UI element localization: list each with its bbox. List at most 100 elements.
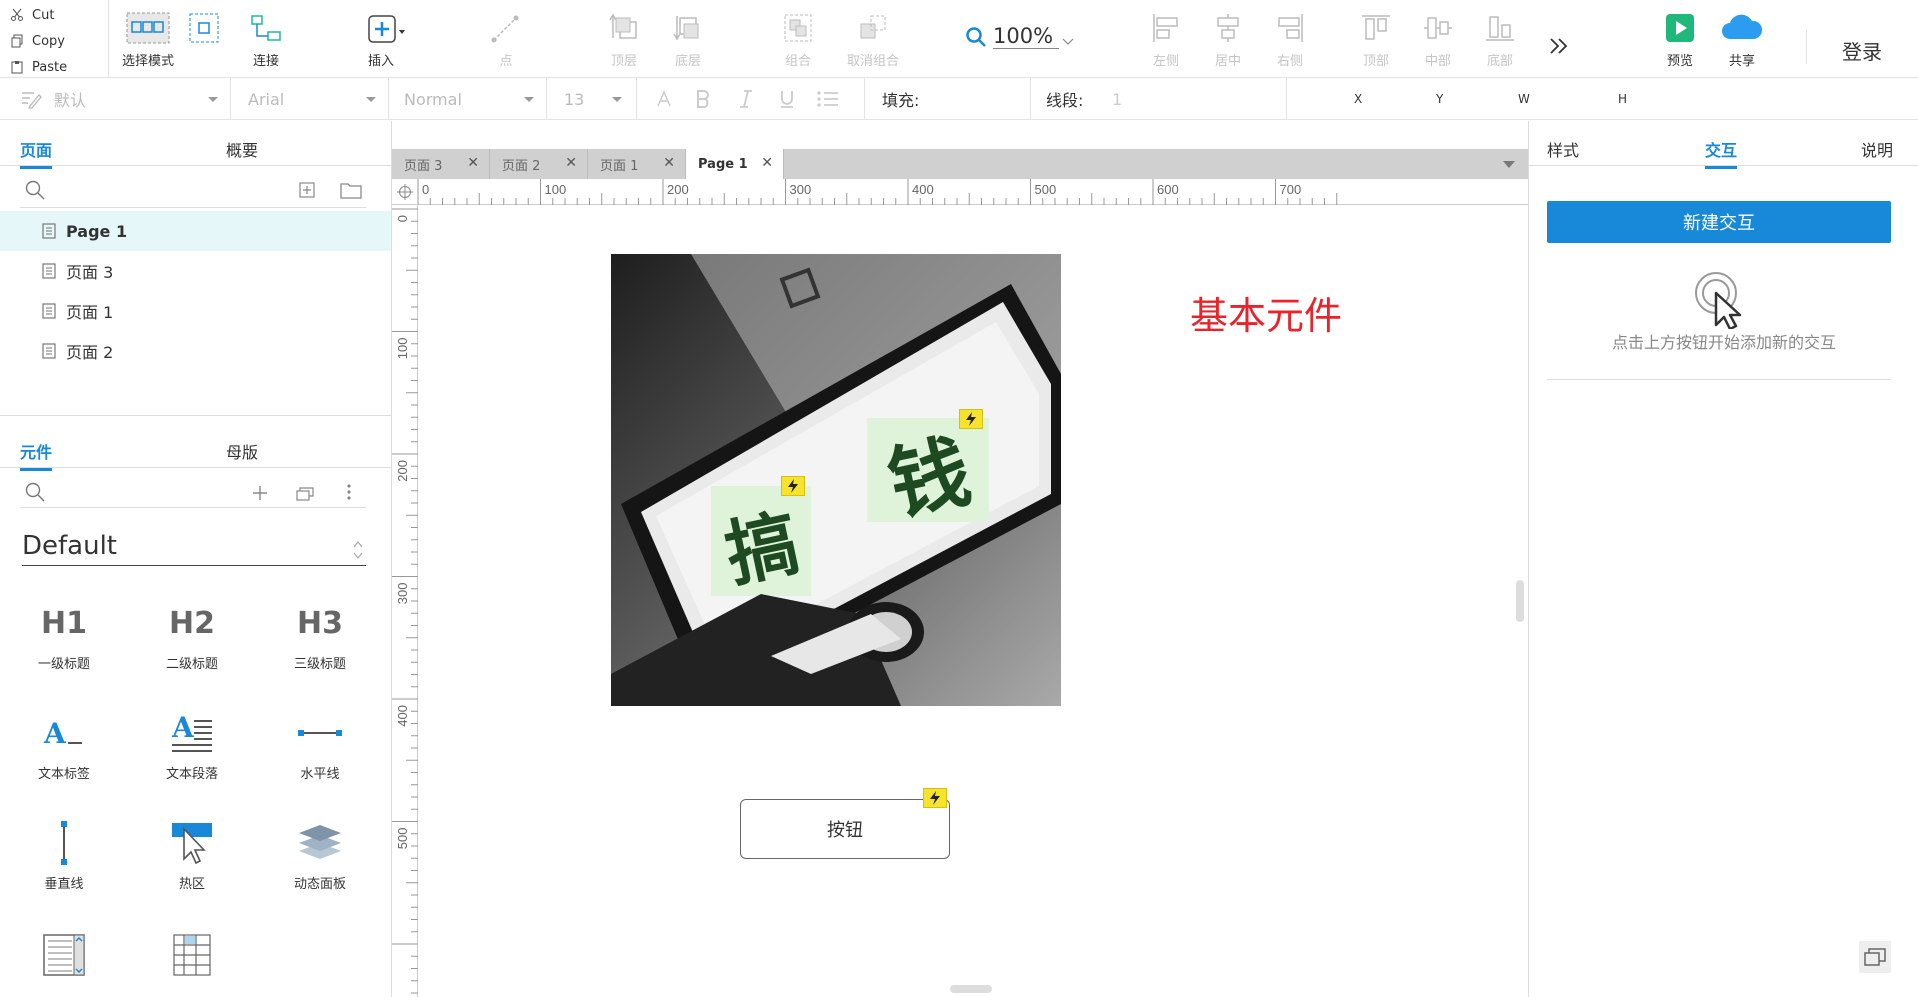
close-icon[interactable]: ✕ xyxy=(467,155,479,171)
align-bottom-button[interactable]: 底部 xyxy=(1470,10,1530,76)
button-widget[interactable]: 按钮 xyxy=(740,799,950,859)
widget-list-box[interactable] xyxy=(14,929,114,981)
widget-h2[interactable]: H2 二级标题 xyxy=(142,597,242,673)
svg-text:A: A xyxy=(43,717,67,749)
library-select[interactable]: Default xyxy=(22,531,117,561)
collapse-panel-button[interactable] xyxy=(1859,941,1891,977)
tab-pages[interactable]: 页面 xyxy=(20,137,53,169)
list-icon xyxy=(817,91,838,107)
tab-page-3[interactable]: 页面 3 ✕ xyxy=(392,149,490,179)
copy-button[interactable]: Copy xyxy=(10,29,65,53)
vertical-scrollbar[interactable] xyxy=(1516,580,1524,622)
widget-h1[interactable]: H1 一级标题 xyxy=(14,597,114,673)
page-item[interactable]: 页面 1 xyxy=(0,291,391,331)
tab-notes[interactable]: 说明 xyxy=(1861,137,1893,161)
font-select[interactable]: Arial xyxy=(248,78,284,120)
library-menu-button[interactable] xyxy=(346,483,352,505)
cut-button[interactable]: Cut xyxy=(10,3,54,27)
page-item[interactable]: 页面 2 xyxy=(0,331,391,371)
scissors-icon xyxy=(11,8,23,21)
align-left-button[interactable]: 左侧 xyxy=(1136,10,1196,76)
insert-button[interactable]: 插入 xyxy=(356,10,416,76)
vertical-line-icon xyxy=(61,821,67,865)
align-right-button[interactable]: 右侧 xyxy=(1260,10,1320,76)
page-item[interactable]: 页面 3 xyxy=(0,251,391,291)
widget-hotspot[interactable]: 热区 xyxy=(142,817,242,892)
tab-outline[interactable]: 概要 xyxy=(226,137,258,161)
tab-page-1[interactable]: Page 1 ✕ xyxy=(686,149,784,179)
bold-button[interactable] xyxy=(694,78,712,120)
design-canvas[interactable]: 搞 钱 基本元件 按钮 xyxy=(418,205,1528,997)
widget-label: 热区 xyxy=(178,877,205,892)
group-button[interactable]: 组合 xyxy=(768,10,828,76)
close-icon[interactable]: ✕ xyxy=(663,155,675,171)
underline-button[interactable] xyxy=(778,78,796,120)
add-folder-button[interactable] xyxy=(340,181,362,203)
widget-search-button[interactable] xyxy=(24,481,46,507)
paste-button[interactable]: Paste xyxy=(10,55,67,79)
image-widget[interactable]: 搞 钱 xyxy=(611,254,1061,706)
interaction-badge[interactable] xyxy=(781,476,805,496)
style-select[interactable]: 默认 xyxy=(20,78,86,120)
clipboard-icon xyxy=(11,61,23,74)
connect-button[interactable]: 连接 xyxy=(236,10,296,76)
weight-select[interactable]: Normal xyxy=(404,78,462,120)
preview-button[interactable]: 预览 xyxy=(1650,10,1710,76)
align-middle-button[interactable]: 中部 xyxy=(1408,10,1468,76)
bottom-layer-button[interactable]: 底层 xyxy=(658,10,718,76)
point-button[interactable]: 点 xyxy=(476,10,536,76)
select-mode-button[interactable]: 选择模式 xyxy=(118,10,178,76)
tab-page-2[interactable]: 页面 2 ✕ xyxy=(490,149,588,179)
tab-style[interactable]: 样式 xyxy=(1547,137,1579,161)
interaction-badge[interactable] xyxy=(959,409,983,429)
zoom-control[interactable]: 100% xyxy=(965,24,1075,49)
font-color-button[interactable] xyxy=(654,78,674,120)
tab-widgets[interactable]: 元件 xyxy=(20,439,53,471)
align-top-button[interactable]: 顶部 xyxy=(1346,10,1406,76)
tab-label: 页面 3 xyxy=(404,158,443,174)
ruler-ticks: 0 100 200 300 400 500 600 700 xyxy=(417,179,1338,205)
login-button[interactable]: 登录 xyxy=(1842,36,1882,65)
bullet-list-button[interactable] xyxy=(816,78,840,120)
close-icon[interactable]: ✕ xyxy=(761,155,773,171)
widget-horizontal-line[interactable]: 水平线 xyxy=(270,707,370,782)
tab-masters[interactable]: 母版 xyxy=(226,439,258,463)
tab-interactions[interactable]: 交互 xyxy=(1705,137,1738,169)
ungroup-button[interactable]: 取消组合 xyxy=(842,10,904,76)
widget-text-label[interactable]: A 文本标签 xyxy=(14,707,114,782)
stroke-width-input[interactable]: 1 xyxy=(1112,78,1146,120)
add-page-button[interactable] xyxy=(298,181,316,203)
w-label: W xyxy=(1518,92,1530,106)
tab-label: 页面 2 xyxy=(502,158,541,174)
widget-table[interactable] xyxy=(142,929,242,981)
new-interaction-button[interactable]: 新建交互 xyxy=(1547,201,1891,243)
ruler-label: 600 xyxy=(1157,182,1179,197)
align-bottom-icon xyxy=(1486,16,1514,41)
page-search-button[interactable] xyxy=(24,179,46,205)
more-tools-button[interactable] xyxy=(1548,36,1570,60)
top-layer-button[interactable]: 顶层 xyxy=(594,10,654,76)
horizontal-scrollbar[interactable] xyxy=(950,985,992,993)
close-icon[interactable]: ✕ xyxy=(565,155,577,171)
library-manage-button[interactable] xyxy=(296,485,316,505)
tabs-dropdown-icon[interactable] xyxy=(1502,159,1516,169)
add-library-button[interactable] xyxy=(252,485,268,505)
plus-icon xyxy=(368,15,405,43)
ruler-origin[interactable] xyxy=(392,179,418,205)
widget-h3[interactable]: H3 三级标题 xyxy=(270,597,370,673)
select-contained-button[interactable] xyxy=(176,10,232,76)
page-item[interactable]: Page 1 xyxy=(0,211,391,251)
interaction-badge[interactable] xyxy=(923,788,947,808)
tab-page-1-cn[interactable]: 页面 1 ✕ xyxy=(588,149,686,179)
share-button[interactable]: 共享 xyxy=(1712,10,1772,76)
canvas-title[interactable]: 基本元件 xyxy=(1190,285,1342,340)
align-center-button[interactable]: 居中 xyxy=(1198,10,1258,76)
widget-text-paragraph[interactable]: A 文本段落 xyxy=(142,707,242,782)
y-label: Y xyxy=(1436,92,1444,106)
italic-button[interactable] xyxy=(738,78,754,120)
font-size-select[interactable]: 13 xyxy=(564,78,584,120)
more-vertical-icon xyxy=(347,484,351,500)
widget-vertical-line[interactable]: 垂直线 xyxy=(14,817,114,892)
widget-dynamic-panel[interactable]: 动态面板 xyxy=(270,817,370,892)
widget-label: 文本标签 xyxy=(37,767,90,782)
